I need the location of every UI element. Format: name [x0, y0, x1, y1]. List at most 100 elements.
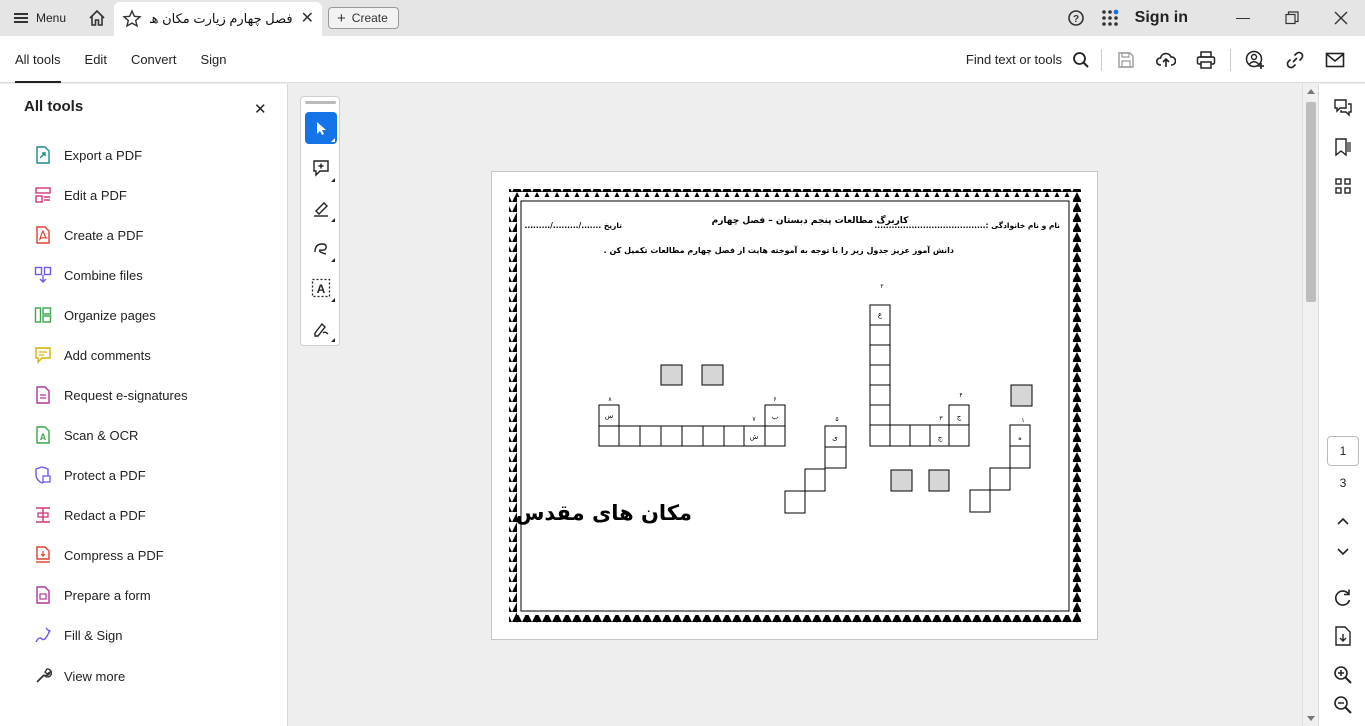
tool-organize-pages[interactable]: Organize pages	[34, 303, 156, 327]
current-page-input[interactable]: 1	[1327, 436, 1359, 466]
thumbnails-panel-button[interactable]	[1331, 174, 1355, 198]
organize-pages-icon	[34, 307, 52, 323]
svg-text:A: A	[317, 282, 326, 296]
tool-edit-pdf[interactable]: Edit a PDF	[34, 183, 127, 207]
home-button[interactable]	[80, 0, 114, 36]
tool-view-more[interactable]: View more	[34, 664, 125, 688]
zoom-out-icon	[1334, 696, 1352, 714]
previous-page-button[interactable]	[1331, 509, 1355, 533]
zoom-out-button[interactable]	[1331, 693, 1355, 717]
tab-convert[interactable]: Convert	[131, 36, 177, 83]
hamburger-icon	[14, 13, 28, 23]
redact-pdf-icon	[36, 507, 50, 523]
tab-edit[interactable]: Edit	[85, 36, 107, 83]
text-select-tool-button[interactable]: A	[305, 272, 337, 304]
svg-text:ی: ی	[832, 434, 838, 442]
tool-label: Edit a PDF	[64, 187, 127, 203]
comments-panel-button[interactable]	[1331, 96, 1355, 120]
close-window-button[interactable]	[1316, 0, 1365, 36]
tool-add-comments[interactable]: Add comments	[34, 343, 151, 367]
protect-pdf-icon	[35, 466, 51, 484]
tool-combine-files[interactable]: Combine files	[34, 263, 143, 287]
draw-tool-button[interactable]	[305, 232, 337, 264]
help-button[interactable]: ?	[1059, 0, 1093, 36]
all-tools-panel: All tools ✕ Export a PDF Edit a PDF Crea…	[0, 84, 288, 726]
svg-text:?: ?	[1073, 14, 1079, 25]
scroll-down-arrow-icon[interactable]	[1307, 716, 1315, 721]
upload-button[interactable]	[1146, 36, 1186, 83]
copy-link-button[interactable]	[1275, 36, 1315, 83]
add-comment-tool-button[interactable]	[305, 152, 337, 184]
tool-protect-pdf[interactable]: Protect a PDF	[34, 463, 146, 487]
tab-all-tools[interactable]: All tools	[15, 36, 61, 83]
tab-close-icon[interactable]: ✕	[301, 11, 314, 27]
email-button[interactable]	[1315, 36, 1355, 83]
tool-redact-pdf[interactable]: Redact a PDF	[34, 503, 146, 527]
create-button[interactable]: + Create	[328, 7, 399, 29]
close-panel-icon[interactable]: ✕	[254, 100, 267, 118]
bookmarks-panel-button[interactable]	[1331, 135, 1355, 159]
scrollbar-thumb[interactable]	[1306, 102, 1316, 302]
scroll-up-arrow-icon[interactable]	[1307, 89, 1315, 94]
next-page-button[interactable]	[1331, 540, 1355, 564]
page-extract-button[interactable]	[1331, 624, 1355, 648]
tool-export-pdf[interactable]: Export a PDF	[34, 143, 142, 167]
tool-prepare-form[interactable]: Prepare a form	[34, 583, 151, 607]
share-user-button[interactable]	[1235, 36, 1275, 83]
panel-title: All tools	[24, 98, 84, 115]
svg-text:ج: ج	[938, 434, 943, 442]
tool-label: Request e-signatures	[64, 387, 188, 403]
restore-icon	[1284, 11, 1299, 25]
date-field-label: تاریخ ......./........./.........	[525, 221, 623, 230]
cursor-arrow-icon	[317, 122, 326, 135]
svg-text:۷: ۷	[752, 416, 756, 423]
view-more-icon	[36, 668, 52, 683]
sign-in-button[interactable]: Sign in	[1127, 9, 1218, 27]
save-button[interactable]	[1106, 36, 1146, 83]
apps-button[interactable]	[1093, 0, 1127, 36]
tool-compress-pdf[interactable]: Compress a PDF	[34, 543, 164, 567]
help-icon: ?	[1067, 10, 1084, 26]
document-tab[interactable]: فصل چهارم زیارت مکان های.. ✕	[114, 2, 323, 36]
prepare-form-icon	[36, 586, 50, 604]
rotate-button[interactable]	[1331, 586, 1355, 610]
menu-button[interactable]: Menu	[0, 0, 80, 36]
select-tool-button[interactable]	[305, 112, 337, 144]
tool-label: Export a PDF	[64, 147, 143, 163]
drag-handle[interactable]	[305, 101, 336, 104]
tab-sign[interactable]: Sign	[200, 36, 226, 83]
minimize-button[interactable]	[1218, 0, 1267, 36]
save-icon	[1118, 51, 1134, 68]
vertical-scrollbar[interactable]	[1302, 84, 1318, 726]
add-user-icon	[1245, 50, 1264, 69]
zoom-in-button[interactable]	[1331, 663, 1355, 687]
link-icon	[1286, 51, 1304, 68]
svg-text:۸: ۸	[608, 396, 612, 403]
export-pdf-icon	[36, 146, 50, 164]
find-tools-button[interactable]: Find text or tools	[966, 36, 1090, 83]
tab-title: فصل چهارم زیارت مکان های..	[150, 11, 293, 26]
svg-text:ب: ب	[772, 413, 779, 421]
quick-tools-bar: A	[300, 96, 340, 346]
tool-label: Scan & OCR	[64, 427, 139, 443]
tool-request-esignatures[interactable]: Request e-signatures	[34, 383, 188, 407]
tool-scan-ocr[interactable]: A Scan & OCR	[34, 423, 138, 447]
print-button[interactable]	[1186, 36, 1226, 83]
svg-text:۴: ۴	[959, 392, 962, 399]
bookmark-icon	[1335, 138, 1351, 157]
tool-create-pdf[interactable]: Create a PDF	[34, 223, 143, 247]
svg-text:۱: ۱	[1021, 417, 1024, 424]
text-box-icon: A	[311, 278, 331, 298]
rotate-icon	[1335, 589, 1351, 606]
minimize-icon	[1235, 17, 1250, 19]
highlight-tool-button[interactable]	[305, 192, 337, 224]
tool-fill-sign[interactable]: Fill & Sign	[34, 623, 123, 647]
sign-tool-button[interactable]	[305, 312, 337, 344]
star-icon[interactable]	[122, 9, 142, 29]
tool-label: Fill & Sign	[64, 627, 123, 643]
restore-button[interactable]	[1267, 0, 1316, 36]
highlighter-icon	[314, 202, 328, 217]
tool-label: View more	[64, 668, 126, 684]
tool-label: Redact a PDF	[64, 507, 146, 523]
pdf-page: کاربرگ مطالعات پنجم دبستان – فصل چهارم ن…	[491, 171, 1098, 640]
